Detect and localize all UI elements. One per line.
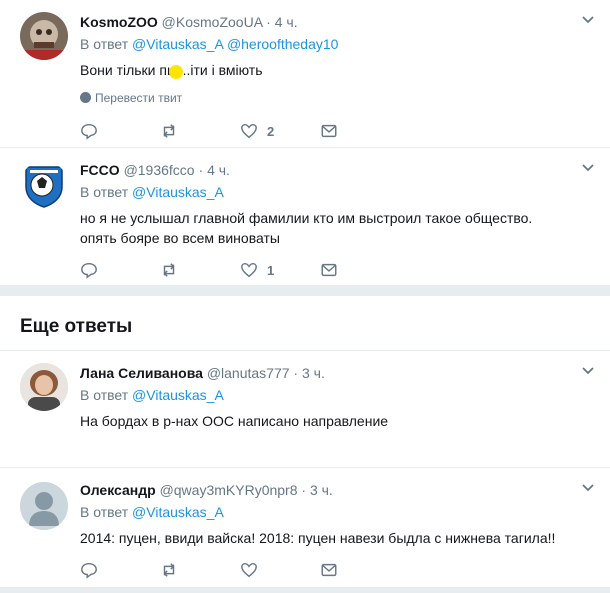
timestamp[interactable]: 3 ч. xyxy=(310,482,333,498)
heart-icon xyxy=(241,123,257,139)
tweet-actions xyxy=(80,560,360,580)
timestamp[interactable]: 3 ч. xyxy=(302,365,325,381)
tweet-fcco[interactable]: FCCO @1936fcco · 4 ч. В ответ @Vitauskas… xyxy=(0,148,610,286)
user-handle[interactable]: @lanutas777 xyxy=(207,365,290,381)
display-name[interactable]: FCCO xyxy=(80,162,120,178)
more-replies-heading: Еще ответы xyxy=(20,316,133,337)
retweet-button[interactable] xyxy=(160,121,178,141)
heart-icon xyxy=(241,262,257,278)
reply-mention[interactable]: @herooftheday10 xyxy=(227,36,339,52)
reply-context: В ответ @Vitauskas_A xyxy=(80,385,590,405)
tweet-text: но я не услышал главной фамилии кто им в… xyxy=(80,210,533,246)
tweet-text: На бордах в р-нах ООС написано направлен… xyxy=(80,413,389,429)
default-avatar-icon xyxy=(20,482,68,530)
dm-button[interactable] xyxy=(320,121,338,141)
reply-icon xyxy=(81,562,97,579)
section-divider xyxy=(0,286,610,296)
tweet-header: KosmoZOO @KosmoZooUA · 4 ч. xyxy=(80,12,590,32)
separator-dot: · xyxy=(198,162,204,178)
retweet-button[interactable] xyxy=(160,560,178,580)
like-count: 1 xyxy=(267,262,275,278)
avatar[interactable] xyxy=(20,12,68,60)
chevron-down-icon[interactable] xyxy=(580,160,596,176)
reply-button[interactable] xyxy=(80,260,98,280)
reply-mention[interactable]: @Vitauskas_A xyxy=(132,36,223,52)
dm-button[interactable] xyxy=(320,560,338,580)
reply-mention[interactable]: @Vitauskas_A xyxy=(132,504,224,520)
tweet-text: 2014: пуцен, ввиди вайска! 2018: пуцен н… xyxy=(80,530,556,546)
tweet-kosmozoo[interactable]: KosmoZOO @KosmoZooUA · 4 ч. В ответ @Vit… xyxy=(0,0,610,148)
display-name[interactable]: KosmoZOO xyxy=(80,14,158,30)
display-name[interactable]: Олександр xyxy=(80,482,156,498)
tweet-actions: 2 xyxy=(80,121,360,141)
chevron-down-icon[interactable] xyxy=(580,363,596,379)
display-name[interactable]: Лана Селиванова xyxy=(80,365,203,381)
retweet-icon xyxy=(163,263,175,277)
avatar[interactable] xyxy=(20,482,68,530)
dm-button[interactable] xyxy=(320,260,338,280)
timestamp[interactable]: 4 ч. xyxy=(207,162,230,178)
separator-dot: · xyxy=(293,365,299,381)
like-count: 2 xyxy=(267,123,275,139)
bottom-divider xyxy=(0,588,610,593)
translate-link[interactable]: Перевести твит xyxy=(80,90,590,106)
tweet-header: FCCO @1936fcco · 4 ч. xyxy=(80,160,590,180)
retweet-button[interactable] xyxy=(160,260,178,280)
globe-icon xyxy=(80,92,91,103)
reply-prefix: В ответ xyxy=(80,184,129,200)
retweet-icon xyxy=(163,563,175,577)
cursor-highlight xyxy=(169,65,183,79)
like-button[interactable]: 1 xyxy=(240,260,274,280)
timestamp[interactable]: 4 ч. xyxy=(275,14,298,30)
avatar[interactable] xyxy=(20,161,68,209)
tweet-header: Олександр @qway3mKYRy0npr8 · 3 ч. xyxy=(80,480,590,500)
avatar-image-icon xyxy=(20,363,68,411)
tweet-header: Лана Селиванова @lanutas777 · 3 ч. xyxy=(80,363,590,383)
tweet-lana[interactable]: Лана Селиванова @lanutas777 · 3 ч. В отв… xyxy=(0,351,610,468)
envelope-icon xyxy=(321,563,337,577)
translate-label: Перевести твит xyxy=(95,91,183,105)
user-handle[interactable]: @1936fcco xyxy=(124,162,195,178)
reply-mention[interactable]: @Vitauskas_A xyxy=(132,387,224,403)
chevron-down-icon[interactable] xyxy=(580,480,596,496)
reply-prefix: В ответ xyxy=(80,387,129,403)
avatar-image-icon xyxy=(20,12,68,60)
reply-icon xyxy=(81,262,97,279)
reply-button[interactable] xyxy=(80,121,98,141)
tweet-oleksandr[interactable]: Олександр @qway3mKYRy0npr8 · 3 ч. В отве… xyxy=(0,468,610,588)
separator-dot: · xyxy=(301,482,307,498)
like-button[interactable]: 2 xyxy=(240,121,274,141)
reply-context: В ответ @Vitauskas_A @herooftheday10 xyxy=(80,34,590,54)
envelope-icon xyxy=(321,263,337,277)
reply-context: В ответ @Vitauskas_A xyxy=(80,502,590,522)
tweet-actions: 1 xyxy=(80,260,360,280)
envelope-icon xyxy=(321,124,337,138)
user-handle[interactable]: @KosmoZooUA xyxy=(162,14,263,30)
reply-mention[interactable]: @Vitauskas_A xyxy=(132,184,224,200)
reply-icon xyxy=(81,123,97,140)
reply-context: В ответ @Vitauskas_A xyxy=(80,182,590,202)
club-crest-icon xyxy=(25,166,63,208)
reply-button[interactable] xyxy=(80,560,98,580)
heart-icon xyxy=(241,562,257,578)
separator-dot: · xyxy=(266,14,271,30)
reply-prefix: В ответ xyxy=(80,504,129,520)
chevron-down-icon[interactable] xyxy=(580,12,596,28)
retweet-icon xyxy=(163,124,175,138)
tweet-text: Вони тільки пи ...іти і вміють xyxy=(80,62,263,78)
reply-prefix: В ответ xyxy=(80,36,129,52)
avatar[interactable] xyxy=(20,363,68,411)
like-button[interactable] xyxy=(240,560,258,580)
user-handle[interactable]: @qway3mKYRy0npr8 xyxy=(160,482,298,498)
